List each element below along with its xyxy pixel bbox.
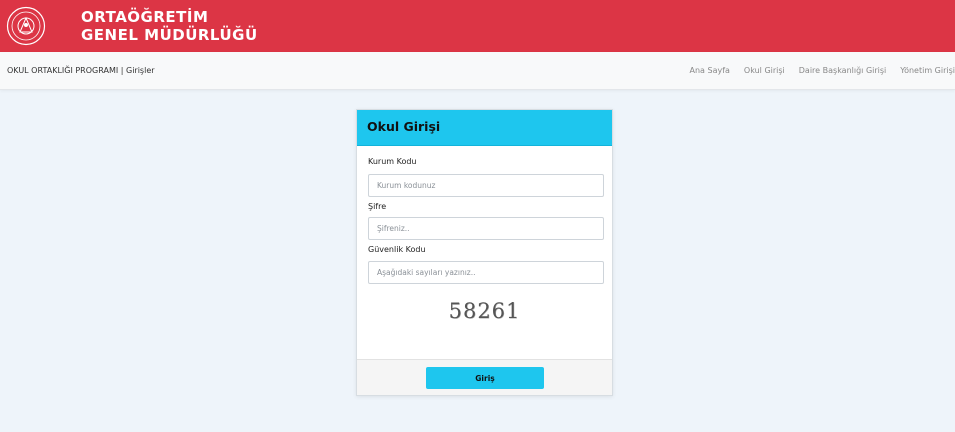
password-label: Şifre — [368, 202, 387, 211]
nav-link-home[interactable]: Ana Sayfa — [690, 66, 730, 75]
security-code-label: Güvenlik Kodu — [368, 245, 426, 254]
top-header: ORTAÖĞRETİM GENEL MÜDÜRLÜĞÜ — [0, 0, 955, 52]
login-button[interactable]: Giriş — [426, 367, 544, 389]
captcha-image: 58261 — [448, 299, 521, 323]
breadcrumb: OKUL ORTAKLIĞI PROGRAMI | Girişler — [7, 66, 155, 75]
nav-link-department-login[interactable]: Daire Başkanlığı Girişi — [799, 66, 887, 75]
login-card-footer: Giriş — [357, 359, 612, 395]
login-card-header: Okul Girişi — [357, 110, 612, 146]
password-input[interactable] — [368, 217, 604, 240]
login-card: Okul Girişi Kurum Kodu Şifre Güvenlik Ko… — [356, 109, 613, 396]
institution-code-label: Kurum Kodu — [368, 157, 417, 166]
nav-link-school-login[interactable]: Okul Girişi — [744, 66, 785, 75]
nav-link-admin-login[interactable]: Yönetim Girişi — [900, 66, 955, 75]
security-code-input[interactable] — [368, 261, 604, 284]
header-title-line1: ORTAÖĞRETİM — [81, 8, 209, 26]
ministry-seal-icon — [6, 6, 46, 46]
header-title-line2: GENEL MÜDÜRLÜĞÜ — [81, 26, 258, 44]
nav-links: Ana Sayfa Okul Girişi Daire Başkanlığı G… — [676, 66, 955, 75]
login-card-title: Okul Girişi — [367, 119, 441, 134]
institution-code-input[interactable] — [368, 174, 604, 197]
header-title[interactable]: ORTAÖĞRETİM GENEL MÜDÜRLÜĞÜ — [57, 8, 258, 45]
navbar: OKUL ORTAKLIĞI PROGRAMI | Girişler Ana S… — [0, 52, 955, 90]
